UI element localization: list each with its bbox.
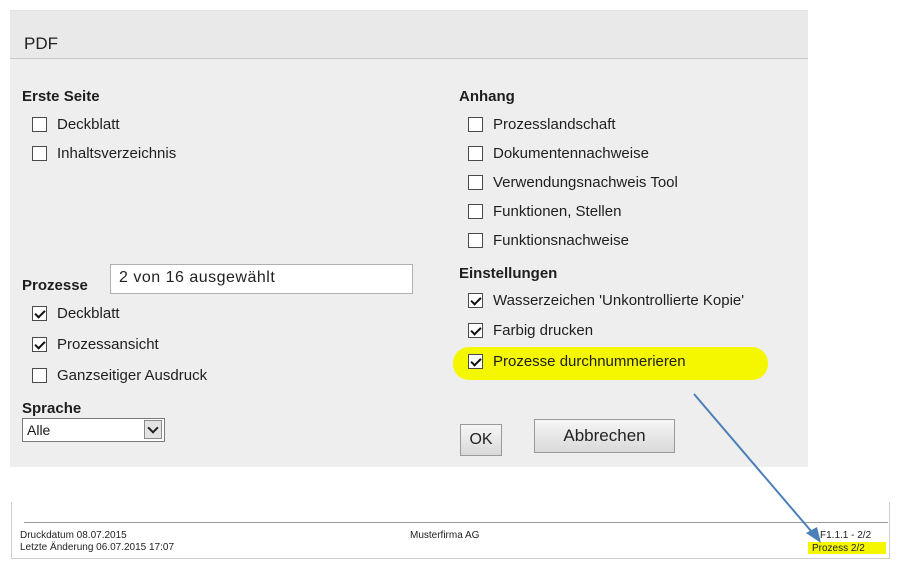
checkbox-farbig-drucken[interactable]: Farbig drucken bbox=[468, 322, 593, 339]
checkbox-label: Prozessansicht bbox=[57, 336, 159, 353]
checkbox-label: Verwendungsnachweis Tool bbox=[493, 174, 678, 191]
checkbox-label: Prozesslandschaft bbox=[493, 116, 616, 133]
checkbox-box[interactable] bbox=[468, 233, 483, 248]
checkbox-label: Ganzseitiger Ausdruck bbox=[57, 367, 208, 384]
sprache-select[interactable]: Alle bbox=[22, 418, 165, 442]
checkbox-inhaltsverzeichnis[interactable]: Inhaltsverzeichnis bbox=[32, 145, 176, 162]
checkbox-box[interactable] bbox=[468, 293, 483, 308]
footer-page-ref: F1.1.1 - 2/2 bbox=[820, 530, 872, 541]
sprache-label: Sprache bbox=[22, 400, 82, 417]
abbrechen-button[interactable]: Abbrechen bbox=[534, 419, 675, 453]
dialog-title: PDF bbox=[24, 34, 58, 53]
anhang-heading: Anhang bbox=[459, 88, 515, 105]
checkbox-deckblatt-erste-seite[interactable]: Deckblatt bbox=[32, 116, 120, 133]
checkbox-dokumentennachweise[interactable]: Dokumentennachweise bbox=[468, 145, 649, 162]
footer-company: Musterfirma AG bbox=[410, 530, 480, 541]
dialog-header: PDF bbox=[10, 11, 808, 59]
checkbox-funktionsnachweise[interactable]: Funktionsnachweise bbox=[468, 232, 629, 249]
checkbox-box[interactable] bbox=[32, 306, 47, 321]
ok-button[interactable]: OK bbox=[460, 424, 502, 456]
checkbox-box[interactable] bbox=[32, 368, 47, 383]
einstellungen-heading: Einstellungen bbox=[459, 265, 558, 282]
sprache-selected-value: Alle bbox=[27, 422, 51, 438]
footer-divider bbox=[24, 522, 888, 523]
checkbox-box[interactable] bbox=[468, 354, 483, 369]
checkbox-prozesslandschaft[interactable]: Prozesslandschaft bbox=[468, 116, 616, 133]
checkbox-box[interactable] bbox=[468, 117, 483, 132]
checkbox-box[interactable] bbox=[468, 146, 483, 161]
checkbox-ganzseitiger-ausdruck[interactable]: Ganzseitiger Ausdruck bbox=[32, 367, 207, 384]
checkbox-box[interactable] bbox=[32, 337, 47, 352]
checkbox-box[interactable] bbox=[468, 323, 483, 338]
checkbox-label: Prozesse durchnummerieren bbox=[493, 353, 686, 370]
checkbox-box[interactable] bbox=[32, 117, 47, 132]
checkbox-label: Inhaltsverzeichnis bbox=[57, 145, 177, 162]
checkbox-prozesse-durchnummerieren[interactable]: Prozesse durchnummerieren bbox=[468, 353, 686, 370]
checkbox-prozessansicht[interactable]: Prozessansicht bbox=[32, 336, 159, 353]
footer-letzte-aenderung: Letzte Änderung 06.07.2015 17:07 bbox=[20, 542, 175, 553]
prozesse-selection-field[interactable]: 2 von 16 ausgewählt bbox=[110, 264, 413, 294]
checkbox-label: Dokumentennachweise bbox=[493, 145, 649, 162]
footer-prozess-count: Prozess 2/2 bbox=[812, 543, 865, 554]
pdf-dialog: PDF bbox=[10, 10, 808, 467]
checkbox-label: Funktionsnachweise bbox=[493, 232, 629, 249]
checkbox-box[interactable] bbox=[468, 175, 483, 190]
checkbox-label: Deckblatt bbox=[57, 116, 120, 133]
checkbox-box[interactable] bbox=[468, 204, 483, 219]
chevron-down-icon[interactable] bbox=[144, 420, 162, 439]
checkbox-verwendungsnachweis-tool[interactable]: Verwendungsnachweis Tool bbox=[468, 174, 678, 191]
checkbox-label: Farbig drucken bbox=[493, 322, 594, 339]
checkbox-wasserzeichen[interactable]: Wasserzeichen 'Unkontrollierte Kopie' bbox=[468, 292, 744, 309]
erste-seite-heading: Erste Seite bbox=[22, 88, 100, 105]
checkbox-funktionen-stellen[interactable]: Funktionen, Stellen bbox=[468, 203, 621, 220]
checkbox-label: Wasserzeichen 'Unkontrollierte Kopie' bbox=[493, 292, 745, 309]
prozesse-label: Prozesse bbox=[22, 277, 88, 294]
footer-druckdatum: Druckdatum 08.07.2015 bbox=[20, 530, 127, 541]
checkbox-label: Funktionen, Stellen bbox=[493, 203, 622, 220]
checkbox-deckblatt-prozesse[interactable]: Deckblatt bbox=[32, 305, 120, 322]
checkbox-label: Deckblatt bbox=[57, 305, 120, 322]
checkbox-box[interactable] bbox=[32, 146, 47, 161]
